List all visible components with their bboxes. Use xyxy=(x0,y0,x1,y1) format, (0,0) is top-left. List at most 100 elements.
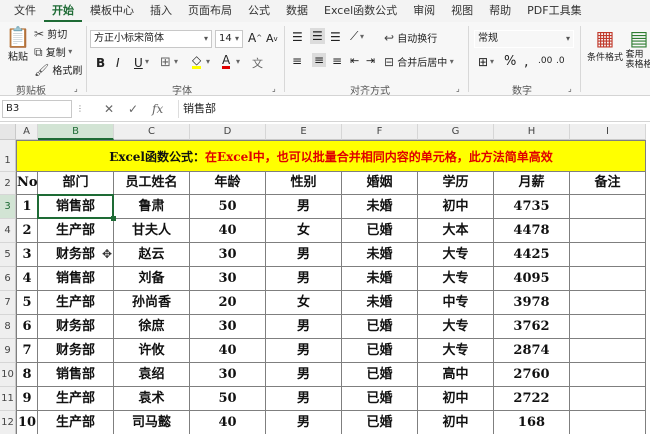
table-cell[interactable] xyxy=(570,243,646,267)
table-header-cell[interactable]: 备注 xyxy=(570,172,646,195)
table-cell[interactable]: 大本 xyxy=(418,219,494,243)
table-cell[interactable]: 168 xyxy=(494,411,570,434)
table-cell[interactable]: 男 xyxy=(266,411,342,434)
table-cell[interactable]: 未婚 xyxy=(342,291,418,315)
table-cell[interactable]: 男 xyxy=(266,387,342,411)
table-cell[interactable] xyxy=(570,339,646,363)
number-format-select[interactable]: 常规 ▾ xyxy=(474,30,574,48)
dialog-launcher-icon[interactable]: ⌟ xyxy=(74,82,78,96)
table-cell[interactable]: 生产部 xyxy=(38,291,114,315)
row-header[interactable]: 11 xyxy=(0,387,16,411)
column-header[interactable]: G xyxy=(418,124,494,140)
table-cell[interactable]: 初中 xyxy=(418,195,494,219)
align-right-icon[interactable]: ≡ xyxy=(332,54,342,68)
table-cell[interactable]: 大专 xyxy=(418,315,494,339)
table-cell[interactable]: 大专 xyxy=(418,267,494,291)
insert-function-icon[interactable]: fx xyxy=(152,100,163,118)
dialog-launcher-icon[interactable]: ⌟ xyxy=(456,82,460,96)
formula-input[interactable]: 销售部 xyxy=(178,100,648,118)
table-cell[interactable]: 男 xyxy=(266,195,342,219)
column-header[interactable]: D xyxy=(190,124,266,140)
table-cell[interactable]: 中专 xyxy=(418,291,494,315)
align-center-icon[interactable]: ≡ xyxy=(312,53,327,67)
increase-font-icon[interactable]: A ^ xyxy=(248,31,262,45)
table-header-cell[interactable]: No xyxy=(16,172,38,195)
table-cell[interactable]: 男 xyxy=(266,243,342,267)
table-cell[interactable]: 2874 xyxy=(494,339,570,363)
confirm-icon[interactable]: ✓ xyxy=(128,100,138,118)
table-cell[interactable]: 4425 xyxy=(494,243,570,267)
align-left-icon[interactable]: ≡ xyxy=(292,54,302,68)
decrease-indent-icon[interactable]: ⇤ xyxy=(350,54,359,67)
table-cell[interactable]: 男 xyxy=(266,339,342,363)
table-cell[interactable]: 司马懿 xyxy=(114,411,190,434)
table-cell[interactable]: 6 xyxy=(16,315,38,339)
menu-item[interactable]: 页面布局 xyxy=(180,0,240,22)
table-cell[interactable]: 孙尚香 xyxy=(114,291,190,315)
table-cell[interactable]: 4735 xyxy=(494,195,570,219)
column-header[interactable]: H xyxy=(494,124,570,140)
border-icon[interactable]: ⊞ xyxy=(160,55,171,70)
chevron-down-icon[interactable]: ▾ xyxy=(145,57,149,66)
dialog-launcher-icon[interactable]: ⌟ xyxy=(568,82,572,96)
table-header-cell[interactable]: 性别 xyxy=(266,172,342,195)
table-cell[interactable]: 2722 xyxy=(494,387,570,411)
table-cell[interactable]: 已婚 xyxy=(342,219,418,243)
table-cell[interactable]: 袁绍 xyxy=(114,363,190,387)
table-cell[interactable]: 高中 xyxy=(418,363,494,387)
row-header[interactable]: 3 xyxy=(0,195,16,219)
table-cell[interactable]: 30 xyxy=(190,363,266,387)
table-cell[interactable]: 10 xyxy=(16,411,38,434)
table-cell[interactable]: 50 xyxy=(190,195,266,219)
chevron-down-icon[interactable]: ▾ xyxy=(174,57,178,66)
percent-icon[interactable]: % xyxy=(504,54,516,69)
table-cell[interactable] xyxy=(570,267,646,291)
cut-button[interactable]: ✂ 剪切 xyxy=(34,26,67,42)
wrap-text-button[interactable]: ↩ 自动换行 xyxy=(384,30,437,46)
menu-item[interactable]: Excel函数公式 xyxy=(316,0,405,22)
table-cell[interactable]: 初中 xyxy=(418,387,494,411)
menu-item[interactable]: 模板中心 xyxy=(82,0,142,22)
table-cell[interactable]: 许攸 xyxy=(114,339,190,363)
paste-button[interactable]: 📋 粘贴 xyxy=(4,26,32,63)
menu-item[interactable]: 数据 xyxy=(278,0,316,22)
table-cell[interactable]: 40 xyxy=(190,411,266,434)
column-header[interactable]: C xyxy=(114,124,190,140)
font-color-icon[interactable]: A xyxy=(222,54,231,69)
phonetic-icon[interactable]: 文 xyxy=(252,55,263,71)
comma-style-icon[interactable]: , xyxy=(524,54,528,70)
table-cell[interactable]: 3 xyxy=(16,243,38,267)
table-cell[interactable]: 30 xyxy=(190,267,266,291)
fill-color-icon[interactable]: ◇ xyxy=(192,54,202,69)
table-cell[interactable]: 1 xyxy=(16,195,38,219)
format-painter-button[interactable]: 🖌 格式刷 xyxy=(34,62,82,78)
table-cell[interactable]: 生产部 xyxy=(38,219,114,243)
table-cell[interactable] xyxy=(570,387,646,411)
chevron-down-icon[interactable]: ▾ xyxy=(360,32,364,41)
currency-icon[interactable]: ⊞ xyxy=(478,55,488,69)
decrease-font-icon[interactable]: Av xyxy=(266,32,278,45)
chevron-down-icon[interactable]: ▾ xyxy=(236,57,240,66)
select-all-corner[interactable] xyxy=(0,124,16,140)
font-size-select[interactable]: 14 ▾ xyxy=(215,30,243,48)
table-cell[interactable]: 已婚 xyxy=(342,339,418,363)
table-cell[interactable]: 已婚 xyxy=(342,411,418,434)
row-header[interactable]: 6 xyxy=(0,267,16,291)
chevron-down-icon[interactable]: ▾ xyxy=(490,57,494,66)
row-header[interactable]: 12 xyxy=(0,411,16,434)
row-header[interactable]: 8 xyxy=(0,315,16,339)
table-cell[interactable]: 男 xyxy=(266,267,342,291)
table-cell[interactable]: 未婚 xyxy=(342,243,418,267)
table-cell[interactable]: 3762 xyxy=(494,315,570,339)
table-cell[interactable] xyxy=(570,219,646,243)
table-cell[interactable]: 生产部 xyxy=(38,387,114,411)
row-header[interactable]: 2 xyxy=(0,172,16,195)
increase-decimal-icon[interactable]: .00 xyxy=(538,56,552,66)
column-header[interactable]: E xyxy=(266,124,342,140)
table-cell[interactable]: 刘备 xyxy=(114,267,190,291)
table-cell[interactable] xyxy=(570,363,646,387)
table-cell[interactable]: 已婚 xyxy=(342,363,418,387)
table-cell[interactable]: 初中 xyxy=(418,411,494,434)
menu-item[interactable]: 文件 xyxy=(6,0,44,22)
name-box[interactable]: B3 xyxy=(2,100,72,118)
